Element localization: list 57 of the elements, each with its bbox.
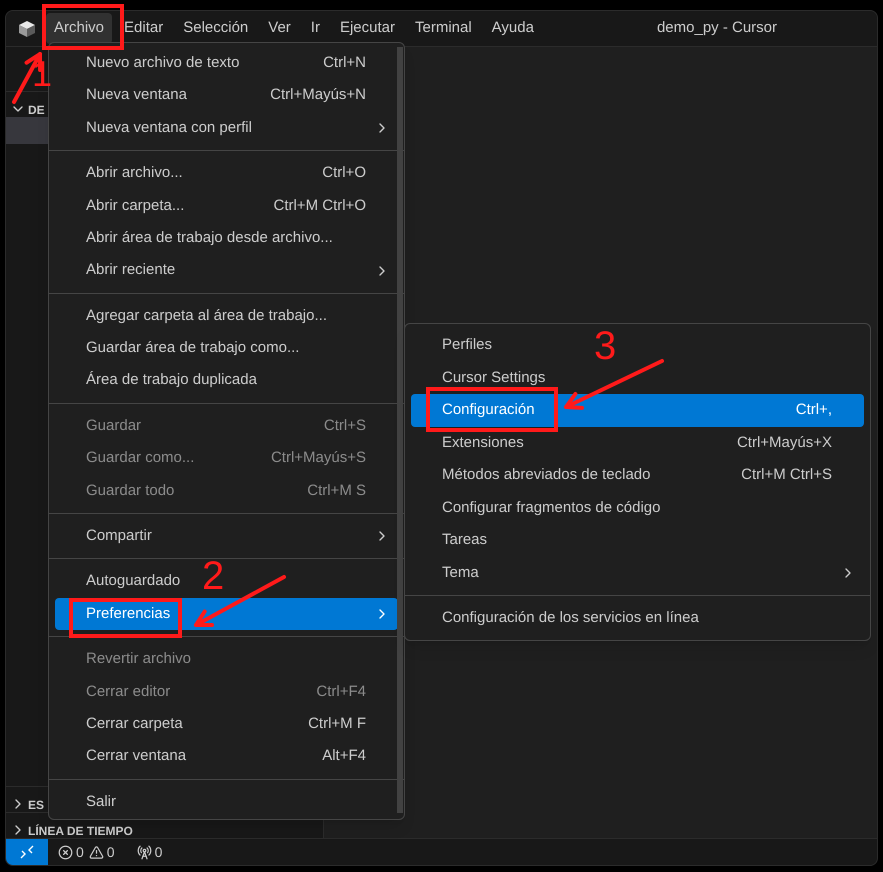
menu-item[interactable]: Abrir área de trabajo desde archivo... (86, 226, 333, 250)
menu-item[interactable]: Salir (86, 790, 116, 814)
shortcut-label: Ctrl+M Ctrl+O (273, 196, 366, 216)
menu-item[interactable]: Nueva ventana con perfil (86, 116, 252, 140)
menu-item[interactable]: Compartir (86, 525, 152, 548)
step-number: 3 (594, 326, 616, 366)
menu-bar-item[interactable]: Selección (175, 13, 256, 44)
menu-bar-item[interactable]: Terminal (406, 13, 480, 44)
menu-item[interactable]: Métodos abreviados de teclado (442, 464, 650, 486)
shortcut-label: Alt+F4 (322, 746, 366, 766)
menu-item[interactable]: Área de trabajo duplicada (86, 369, 257, 392)
shortcut-label: Ctrl+O (322, 163, 366, 184)
problems-button[interactable]: 0 0 (58, 842, 115, 862)
menu-bar-item[interactable]: Ejecutar (332, 13, 403, 44)
menu-item[interactable]: Extensiones (442, 432, 524, 454)
menu-item[interactable]: Cursor Settings (442, 366, 546, 389)
error-icon (58, 844, 73, 860)
menu-bar-item[interactable]: Archivo (46, 13, 112, 44)
shortcut-label: Ctrl+M F (308, 714, 366, 734)
menu-bar-item[interactable]: Ver (260, 13, 299, 44)
menu-item[interactable]: Cerrar ventana (86, 745, 186, 768)
step-number: 2 (202, 556, 224, 596)
menu-item[interactable]: Configuración de los servicios en línea (442, 607, 699, 630)
menu-item[interactable]: Abrir reciente (86, 259, 176, 282)
shortcut-label: Ctrl+F4 (316, 682, 366, 702)
menu-item[interactable]: Guardar área de trabajo como... (86, 337, 300, 360)
menu-item[interactable]: Abrir archivo... (86, 162, 183, 185)
menu-item[interactable]: Preferencias (55, 598, 398, 630)
shortcut-label: Ctrl+M S (307, 480, 366, 501)
antenna-icon (136, 844, 152, 860)
shortcut-label: Ctrl+Mayús+X (736, 432, 832, 452)
warning-icon (88, 844, 104, 860)
shortcut-label: Ctrl+N (323, 52, 366, 73)
cube-logo-icon (18, 20, 36, 38)
menu-bar-item[interactable]: Ayuda (484, 13, 542, 44)
menu-bar-item[interactable]: Editar (116, 13, 172, 44)
menu-item[interactable]: Agregar carpeta al área de trabajo... (86, 304, 327, 328)
menu-item[interactable]: Configurar fragmentos de código (442, 496, 660, 519)
shortcut-label: Ctrl+Mayús+N (270, 85, 366, 106)
menu-item[interactable]: Perfiles (442, 334, 492, 356)
menu-item[interactable]: Nuevo archivo de texto (86, 52, 240, 74)
scrollbar[interactable] (397, 47, 403, 813)
window-title: demo_py - Cursor (656, 18, 777, 38)
remote-icon (19, 844, 35, 860)
menu-bar-item[interactable]: Ir (302, 13, 328, 44)
menu-item[interactable]: Tema (442, 562, 479, 584)
shortcut-label: Ctrl+M Ctrl+S (741, 465, 832, 485)
menu-item[interactable]: Autoguardado (86, 570, 180, 593)
menu-item[interactable]: Tareas (442, 529, 488, 552)
menu-item[interactable]: Abrir carpeta... (86, 194, 184, 217)
ports-button[interactable]: 0 (136, 842, 162, 862)
menu-item[interactable]: Cerrar carpeta (86, 712, 183, 736)
menu-item[interactable]: Configuración Ctrl+, (411, 394, 864, 426)
menu-item[interactable]: Nueva ventana (86, 84, 187, 107)
remote-button[interactable] (6, 839, 48, 865)
shortcut-label: Ctrl+S (324, 416, 366, 436)
shortcut-label: Ctrl+Mayús+S (270, 448, 366, 468)
